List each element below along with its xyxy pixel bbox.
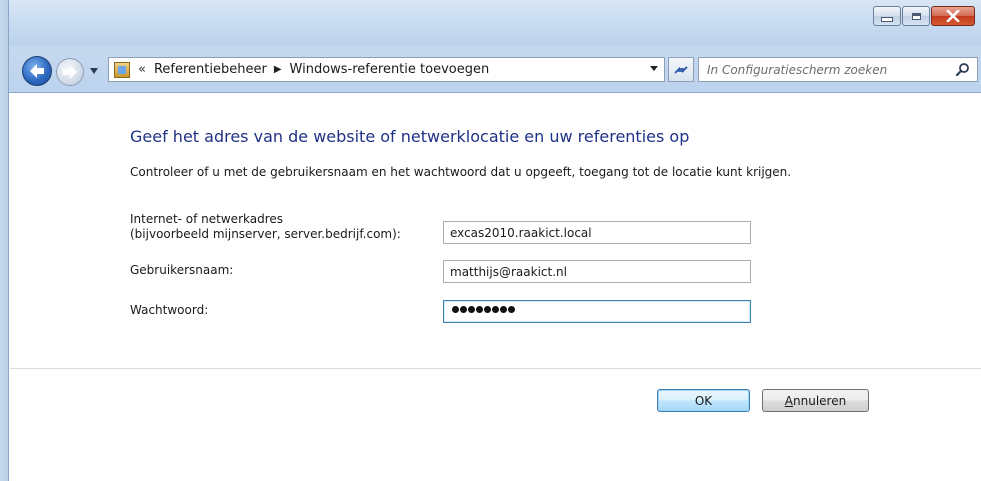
close-button[interactable] xyxy=(931,6,975,26)
window-frame-left xyxy=(0,0,9,481)
breadcrumb-separator-icon[interactable]: ▶ xyxy=(274,64,282,75)
maximize-button[interactable] xyxy=(902,6,930,26)
content-pane: Geef het adres van de website of netwerk… xyxy=(10,93,981,481)
control-panel-icon xyxy=(114,61,130,78)
ok-button[interactable]: OK xyxy=(657,389,750,412)
password-dot xyxy=(452,306,459,313)
cancel-button-label: Annuleren xyxy=(784,393,847,408)
back-button[interactable] xyxy=(22,56,52,86)
address-dropdown-icon[interactable] xyxy=(650,66,658,71)
maximize-icon xyxy=(911,12,921,20)
back-arrow-icon xyxy=(30,64,44,78)
search-box[interactable] xyxy=(698,57,978,82)
password-label: Wachtwoord: xyxy=(130,303,209,317)
address-bar[interactable]: « Referentiebeheer ▶ Windows-referentie … xyxy=(108,57,665,82)
title-bar[interactable] xyxy=(0,0,981,46)
password-dot xyxy=(476,306,483,313)
password-dot xyxy=(468,306,475,313)
username-label: Gebruikersnaam: xyxy=(130,263,234,277)
breadcrumb-overflow[interactable]: « xyxy=(138,62,146,77)
breadcrumb-windows-referentie[interactable]: Windows-referentie toevoegen xyxy=(290,62,490,77)
password-dot xyxy=(508,306,515,313)
refresh-icon xyxy=(674,65,688,74)
refresh-button[interactable] xyxy=(668,57,694,82)
forward-arrow-icon xyxy=(63,65,77,79)
username-field[interactable] xyxy=(443,260,751,283)
minimize-button[interactable] xyxy=(873,6,901,26)
forward-button[interactable] xyxy=(56,58,84,86)
network-address-field[interactable] xyxy=(443,221,751,244)
password-mask xyxy=(452,306,516,313)
breadcrumb-referentiebeheer[interactable]: Referentiebeheer xyxy=(154,62,267,77)
password-dot xyxy=(484,306,491,313)
search-icon[interactable] xyxy=(955,62,971,78)
password-dot xyxy=(460,306,467,313)
close-icon xyxy=(946,10,960,22)
divider xyxy=(10,368,981,369)
password-field[interactable] xyxy=(443,300,751,323)
cancel-button[interactable]: Annuleren xyxy=(762,389,869,412)
password-dot xyxy=(500,306,507,313)
page-title: Geef het adres van de website of netwerk… xyxy=(130,127,690,146)
page-description: Controleer of u met de gebruikersnaam en… xyxy=(130,165,792,179)
minimize-icon xyxy=(881,16,893,22)
search-input[interactable] xyxy=(699,58,957,81)
chevron-down-icon[interactable] xyxy=(89,67,99,75)
address-label-line2: (bijvoorbeeld mijnserver, server.bedrijf… xyxy=(130,227,401,241)
ok-button-label: OK xyxy=(694,393,713,408)
credential-manager-window: « Referentiebeheer ▶ Windows-referentie … xyxy=(0,0,981,481)
caption-buttons xyxy=(872,6,975,26)
password-dot xyxy=(492,306,499,313)
address-label: Internet- of netwerkadres (bijvoorbeeld … xyxy=(130,212,401,242)
address-label-line1: Internet- of netwerkadres xyxy=(130,212,284,226)
